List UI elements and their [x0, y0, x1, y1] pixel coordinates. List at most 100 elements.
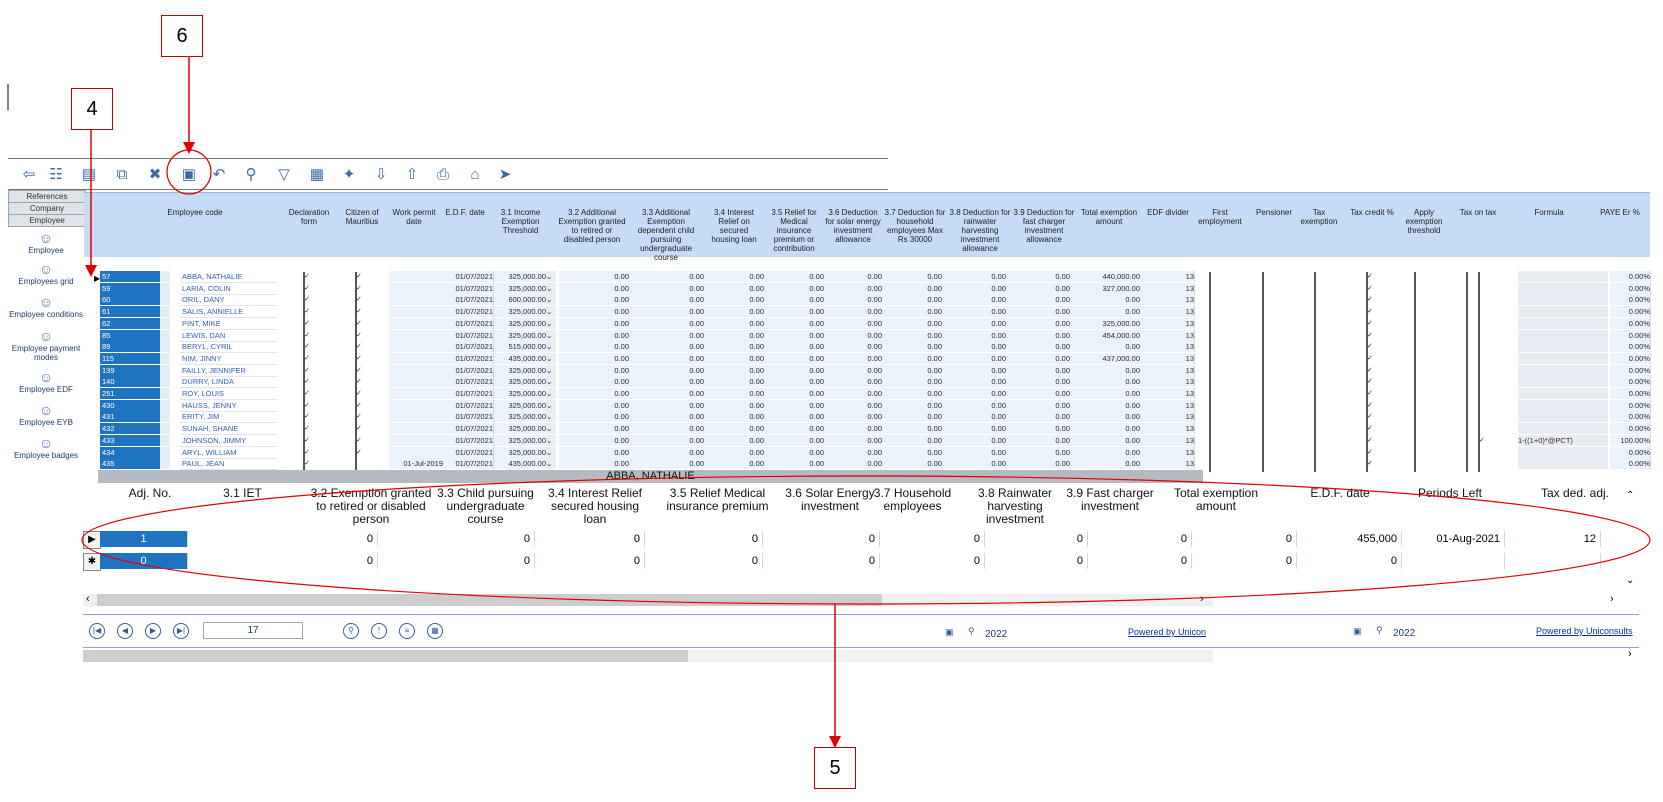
nav-item-4[interactable]: ☺ Employee EDF — [2, 370, 90, 394]
adjustment-cell-2[interactable]: 0 — [378, 531, 535, 547]
adjustment-cell-10[interactable]: 455,000 — [1297, 531, 1402, 547]
formula-cell[interactable] — [1518, 352, 1608, 364]
amount-cell-7[interactable]: 0.00 — [1006, 306, 1071, 318]
grid-header-2[interactable]: Citizen of Mauritius — [336, 208, 388, 226]
powered-by-link-2[interactable]: Powered by Uniconsults — [1536, 626, 1633, 636]
iet-dropdown[interactable]: ⌄ — [546, 329, 556, 341]
adjustment-cell-2[interactable]: 0 — [378, 553, 535, 569]
lookup-cell[interactable] — [160, 306, 170, 318]
amount-cell-4[interactable]: 0.00 — [824, 329, 883, 341]
iet-cell[interactable]: 325,000.00 — [494, 446, 547, 458]
total-exemption-cell[interactable]: 454,000.00 — [1070, 329, 1141, 341]
list-icon[interactable]: ≡ — [399, 623, 415, 639]
employee-code-cell[interactable]: 251 — [100, 388, 162, 399]
lookup-cell[interactable] — [160, 341, 170, 353]
amount-cell-1[interactable]: 0.00 — [629, 446, 705, 458]
edf-divider-cell[interactable]: 13 — [1140, 364, 1195, 376]
adjustment-cell-6[interactable]: 0 — [880, 531, 985, 547]
info-icon[interactable]: ! — [371, 623, 387, 639]
amount-cell-7[interactable]: 0.00 — [1006, 458, 1071, 470]
iet-cell[interactable]: 325,000.00 — [494, 376, 547, 388]
total-exemption-cell[interactable]: 0.00 — [1070, 399, 1141, 411]
amount-cell-7[interactable]: 0.00 — [1006, 352, 1071, 364]
work-permit-cell[interactable] — [389, 411, 444, 423]
edf-date-cell[interactable]: 01/07/2021 — [443, 388, 494, 399]
grid-header-1[interactable]: Declaration form — [283, 208, 335, 226]
bottom-horizontal-scrollbar[interactable] — [83, 650, 1213, 662]
amount-cell-4[interactable]: 0.00 — [824, 458, 883, 470]
amount-cell-3[interactable]: 0.00 — [764, 376, 825, 388]
amount-cell-5[interactable]: 0.00 — [882, 388, 943, 399]
amount-cell-4[interactable]: 0.00 — [824, 411, 883, 423]
formula-cell[interactable] — [1518, 458, 1608, 470]
amount-cell-6[interactable]: 0.00 — [942, 423, 1007, 435]
amount-cell-7[interactable]: 0.00 — [1006, 317, 1071, 329]
employee-code-cell[interactable]: 431 — [100, 411, 162, 423]
amount-cell-5[interactable]: 0.00 — [882, 271, 943, 282]
adjustment-cell-9[interactable]: 0 — [1192, 553, 1297, 569]
iet-dropdown[interactable]: ⌄ — [546, 388, 556, 399]
amount-cell-5[interactable]: 0.00 — [882, 423, 943, 435]
employee-code-cell[interactable]: 85 — [100, 329, 162, 341]
amount-cell-1[interactable]: 0.00 — [629, 306, 705, 318]
amount-cell-0[interactable]: 0.00 — [559, 446, 630, 458]
grid-header-23[interactable]: PAYE Er % — [1592, 208, 1648, 217]
amount-cell-0[interactable]: 0.00 — [559, 341, 630, 353]
amount-cell-2[interactable]: 0.00 — [704, 341, 765, 353]
lower-scroll-up-icon[interactable]: ⌃ — [1626, 490, 1634, 501]
amount-cell-2[interactable]: 0.00 — [704, 306, 765, 318]
employee-code-cell[interactable]: 59 — [100, 282, 162, 294]
iet-dropdown[interactable]: ⌄ — [546, 434, 556, 446]
work-permit-cell[interactable] — [389, 271, 444, 282]
edf-divider-cell[interactable]: 13 — [1140, 352, 1195, 364]
calendar-icon[interactable]: ▦ — [427, 623, 443, 639]
amount-cell-5[interactable]: 0.00 — [882, 411, 943, 423]
edf-date-cell[interactable]: 01/07/2021 — [443, 352, 494, 364]
save-icon[interactable]: ▣ — [178, 163, 200, 185]
grid-header-21[interactable]: Tax on tax — [1452, 208, 1504, 217]
zoom-icon[interactable]: ⚲ — [968, 626, 975, 637]
iet-cell[interactable]: 435,000.00 — [494, 352, 547, 364]
grid-header-10[interactable]: 3.6 Deduction for solar energy investmen… — [825, 208, 881, 244]
lookup-cell[interactable] — [160, 294, 170, 306]
table-row[interactable]: 434 ARYL, WILLIAM ✓ ✓ 01/07/2021 325,000.00 ⌄ 0… — [84, 446, 1651, 461]
edf-date-cell[interactable]: 01/07/2021 — [443, 294, 494, 306]
amount-cell-7[interactable]: 0.00 — [1006, 411, 1071, 423]
table-row[interactable]: 85 LEWIS, DAN ✓ ✓ 01/07/2021 325,000.00 ⌄ 0.00 0… — [84, 329, 1651, 344]
tree-icon[interactable]: ☷ — [45, 163, 67, 185]
edf-date-cell[interactable]: 01/07/2021 — [443, 317, 494, 329]
employee-code-cell[interactable]: 435 — [100, 458, 162, 470]
amount-cell-0[interactable]: 0.00 — [559, 271, 630, 282]
amount-cell-4[interactable]: 0.00 — [824, 282, 883, 294]
amount-cell-0[interactable]: 0.00 — [559, 376, 630, 388]
employee-code-cell[interactable]: 115 — [100, 352, 162, 364]
employee-code-cell[interactable]: 62 — [100, 317, 162, 329]
paye-cell[interactable]: 0.00% — [1610, 271, 1651, 282]
work-permit-cell[interactable] — [389, 446, 444, 458]
lower-header-0[interactable]: Adj. No. — [120, 487, 180, 500]
table-row[interactable]: 431 ERITY, JIM ✓ ✓ 01/07/2021 325,000.00 ⌄ 0.00… — [84, 411, 1651, 426]
amount-cell-5[interactable]: 0.00 — [882, 399, 943, 411]
amount-cell-7[interactable]: 0.00 — [1006, 364, 1071, 376]
table-row[interactable]: 59 LARIA, COLIN ✓ ✓ 01/07/2021 325,000.00 ⌄ 0.0… — [84, 282, 1651, 297]
total-exemption-cell[interactable]: 0.00 — [1070, 376, 1141, 388]
amount-cell-0[interactable]: 0.00 — [559, 317, 630, 329]
edf-divider-cell[interactable]: 13 — [1140, 446, 1195, 458]
home-icon[interactable]: ⌂ — [464, 163, 486, 185]
employee-name-cell[interactable]: BERYL, CYRIL — [180, 341, 277, 354]
adjustment-cell-7[interactable]: 0 — [985, 553, 1088, 569]
lower-header-5[interactable]: 3.5 Relief Medical insurance premium — [660, 487, 775, 513]
amount-cell-1[interactable]: 0.00 — [629, 341, 705, 353]
table-row[interactable]: 433 JOHNSON, JIMMY ✓ ✓ 01/07/2021 325,000.00 ⌄… — [84, 434, 1651, 449]
new-row-indicator[interactable]: ✱ — [83, 553, 101, 571]
amount-cell-6[interactable]: 0.00 — [942, 364, 1007, 376]
exit-icon[interactable]: ➤ — [494, 163, 516, 185]
amount-cell-3[interactable]: 0.00 — [764, 271, 825, 282]
formula-cell[interactable] — [1518, 329, 1608, 341]
edf-date-cell[interactable]: 01/07/2021 — [443, 376, 494, 388]
employee-name-cell[interactable]: LARIA, COLIN — [180, 283, 277, 295]
amount-cell-2[interactable]: 0.00 — [704, 458, 765, 470]
adjustment-cell-1[interactable]: 0 — [188, 531, 378, 547]
employee-name-cell[interactable]: NIM, JINNY — [180, 353, 277, 365]
grid-header-14[interactable]: Total exemption amount — [1078, 208, 1140, 226]
